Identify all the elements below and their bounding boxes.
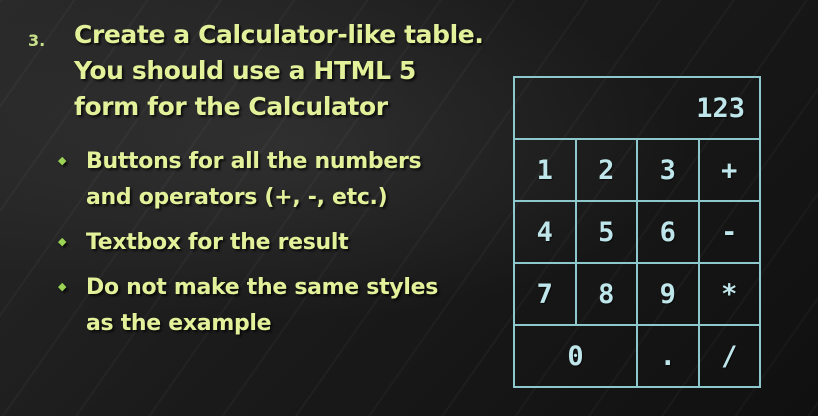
heading-line: You should use a HTML 5 xyxy=(74,56,416,85)
key-1[interactable]: 1 xyxy=(513,138,577,202)
key-3[interactable]: 3 xyxy=(636,138,700,202)
key-0[interactable]: 0 xyxy=(513,324,638,388)
key-plus[interactable]: + xyxy=(697,138,761,202)
bullet-text: Do not make the same styles xyxy=(86,275,438,300)
key-5[interactable]: 5 xyxy=(574,200,638,264)
key-9[interactable]: 9 xyxy=(636,262,700,326)
calculator-display: 123 xyxy=(513,76,761,140)
bullet-text: as the example xyxy=(86,311,272,336)
diamond-bullet-icon: ◆ xyxy=(58,280,67,293)
list-item-number: 3. xyxy=(28,31,46,50)
heading-line: form for the Calculator xyxy=(74,92,388,121)
bullet-list: ◆ Buttons for all the numbers and operat… xyxy=(58,144,478,342)
key-divide[interactable]: / xyxy=(697,324,761,388)
bullet-text: Buttons for all the numbers xyxy=(86,149,422,174)
diamond-bullet-icon: ◆ xyxy=(58,235,67,248)
key-decimal[interactable]: . xyxy=(636,324,700,388)
key-multiply[interactable]: * xyxy=(697,262,761,326)
bullet-item-buttons: ◆ Buttons for all the numbers and operat… xyxy=(58,144,478,216)
key-4[interactable]: 4 xyxy=(513,200,577,264)
key-6[interactable]: 6 xyxy=(636,200,700,264)
bullet-text: Textbox for the result xyxy=(86,230,349,255)
bullet-item-textbox: ◆ Textbox for the result xyxy=(58,225,478,261)
key-8[interactable]: 8 xyxy=(574,262,638,326)
slide-heading: Create a Calculator-like table. You shou… xyxy=(74,17,494,125)
calculator-table: 123 1 2 3 + 4 5 6 - 7 8 9 * 0 . / xyxy=(513,76,761,388)
bullet-text: and operators (+, -, etc.) xyxy=(86,185,388,210)
diamond-bullet-icon: ◆ xyxy=(58,154,67,167)
bullet-item-styles: ◆ Do not make the same styles as the exa… xyxy=(58,270,478,342)
heading-line: Create a Calculator-like table. xyxy=(74,20,484,49)
key-minus[interactable]: - xyxy=(697,200,761,264)
key-2[interactable]: 2 xyxy=(574,138,638,202)
calculator-example: 123 1 2 3 + 4 5 6 - 7 8 9 * 0 . / xyxy=(513,76,761,388)
key-7[interactable]: 7 xyxy=(513,262,577,326)
